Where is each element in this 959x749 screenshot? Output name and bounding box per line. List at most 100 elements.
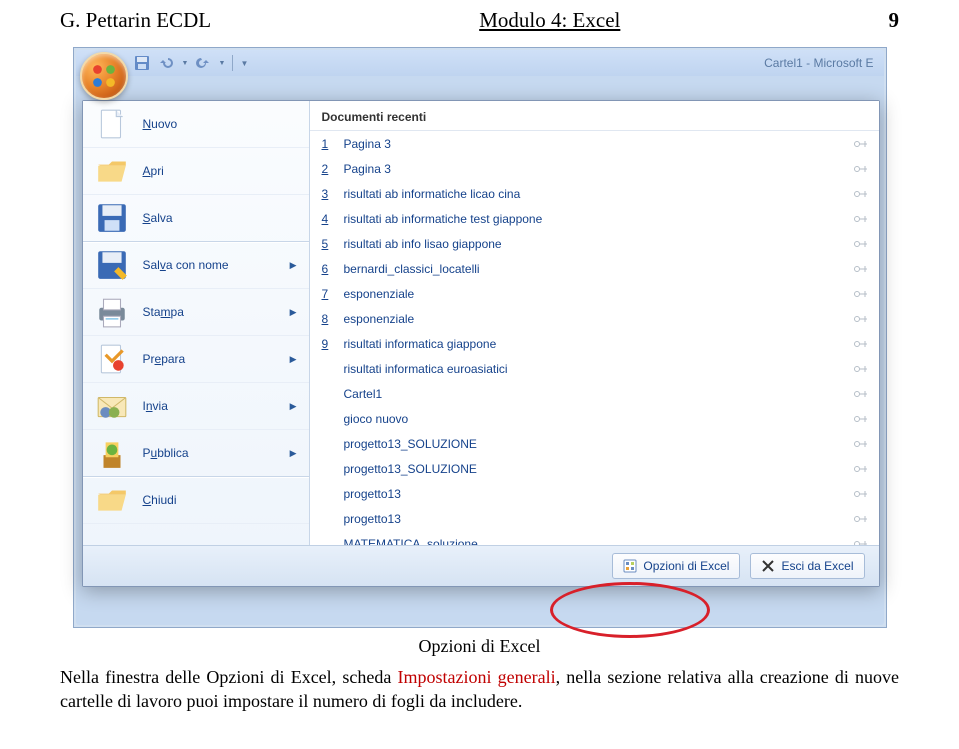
office-button[interactable] — [80, 52, 128, 100]
recent-document[interactable]: 5risultati ab info lisao giappone — [310, 231, 879, 256]
recent-document[interactable]: progetto13 — [310, 506, 879, 531]
body-paragraph: Nella finestra delle Opzioni di Excel, s… — [60, 665, 899, 714]
recent-document[interactable]: 3risultati ab informatiche licao cina — [310, 181, 879, 206]
menu-label: Pubblica — [143, 446, 290, 460]
recent-document[interactable]: 7esponenziale — [310, 281, 879, 306]
menu-label: Invia — [143, 399, 290, 413]
pin-icon[interactable] — [853, 437, 869, 451]
recent-label: gioco nuovo — [338, 412, 853, 426]
excel-options-button[interactable]: Opzioni di Excel — [612, 553, 740, 579]
body-text-1: Nella finestra delle Opzioni di Excel, s… — [60, 667, 397, 687]
recent-number: 8 — [322, 312, 338, 326]
body-text-highlight: Impostazioni generali — [397, 667, 555, 687]
options-icon — [623, 559, 637, 573]
figure-caption: Opzioni di Excel — [60, 636, 899, 657]
recent-document[interactable]: Cartel1 — [310, 381, 879, 406]
recent-document[interactable]: 8esponenziale — [310, 306, 879, 331]
pin-icon[interactable] — [853, 287, 869, 301]
customize-dropdown-icon[interactable]: ▼ — [241, 57, 246, 69]
document-page: G. Pettarin ECDL Modulo 4: Excel 9 ▼ ▼ ▼ — [0, 0, 959, 749]
dropdown-icon[interactable]: ▼ — [182, 57, 187, 69]
submenu-arrow-icon: ▶ — [290, 354, 301, 365]
recent-number: 6 — [322, 262, 338, 276]
open-icon — [95, 154, 129, 188]
menu-item-close[interactable]: Chiudi — [83, 477, 309, 524]
pin-icon[interactable] — [853, 187, 869, 201]
dropdown-icon[interactable]: ▼ — [219, 57, 224, 69]
pin-icon[interactable] — [853, 237, 869, 251]
recent-label: bernardi_classici_locatelli — [338, 262, 853, 276]
recent-document[interactable]: progetto13 — [310, 481, 879, 506]
pin-icon[interactable] — [853, 487, 869, 501]
recent-label: risultati ab informatiche test giappone — [338, 212, 853, 226]
recent-number: 7 — [322, 287, 338, 301]
recent-document[interactable]: risultati informatica euroasiatici — [310, 356, 879, 381]
menu-item-new[interactable]: Nuovo — [83, 101, 309, 148]
menu-label: Apri — [143, 164, 301, 178]
submenu-arrow-icon: ▶ — [290, 448, 301, 459]
recent-label: esponenziale — [338, 312, 853, 326]
menu-item-print[interactable]: Stampa▶ — [83, 289, 309, 336]
recent-document[interactable]: 4risultati ab informatiche test giappone — [310, 206, 879, 231]
menu-label: Salva — [143, 211, 301, 225]
header-author: G. Pettarin ECDL — [60, 8, 211, 33]
pin-icon[interactable] — [853, 362, 869, 376]
pin-icon[interactable] — [853, 212, 869, 226]
menu-item-save[interactable]: Salva — [83, 195, 309, 242]
recent-document[interactable]: 9risultati informatica giappone — [310, 331, 879, 356]
recent-number: 3 — [322, 187, 338, 201]
recent-documents-panel: Documenti recenti 1Pagina 32Pagina 33ris… — [310, 101, 879, 546]
pin-icon[interactable] — [853, 137, 869, 151]
pin-icon[interactable] — [853, 262, 869, 276]
recent-document[interactable]: gioco nuovo — [310, 406, 879, 431]
menu-item-saveas[interactable]: Salva con nome▶ — [83, 242, 309, 289]
exit-excel-button[interactable]: Esci da Excel — [750, 553, 864, 579]
submenu-arrow-icon: ▶ — [290, 307, 301, 318]
separator — [232, 55, 233, 71]
recent-label: progetto13 — [338, 512, 853, 526]
window-title: Cartel1 - Microsoft E — [764, 56, 873, 70]
menu-item-prepare[interactable]: Prepara▶ — [83, 336, 309, 383]
recent-number: 1 — [322, 137, 338, 151]
submenu-arrow-icon: ▶ — [290, 260, 301, 271]
pin-icon[interactable] — [853, 512, 869, 526]
menu-item-open[interactable]: Apri — [83, 148, 309, 195]
recent-document[interactable]: progetto13_SOLUZIONE — [310, 431, 879, 456]
menu-footer: Opzioni di Excel Esci da Excel — [83, 545, 879, 586]
recent-list: 1Pagina 32Pagina 33risultati ab informat… — [310, 131, 879, 556]
recent-label: progetto13_SOLUZIONE — [338, 462, 853, 476]
menu-label: Stampa — [143, 305, 290, 319]
recent-document[interactable]: 1Pagina 3 — [310, 131, 879, 156]
title-bar: ▼ ▼ ▼ Cartel1 - Microsoft E — [76, 50, 884, 76]
menu-item-send[interactable]: Invia▶ — [83, 383, 309, 430]
publish-icon — [95, 436, 129, 470]
recent-document[interactable]: 2Pagina 3 — [310, 156, 879, 181]
pin-icon[interactable] — [853, 337, 869, 351]
new-icon — [95, 107, 129, 141]
prepare-icon — [95, 342, 129, 376]
menu-label: Chiudi — [143, 493, 301, 507]
saveas-icon — [95, 248, 129, 282]
pin-icon[interactable] — [853, 162, 869, 176]
office-menu: NuovoApriSalvaSalva con nome▶Stampa▶Prep… — [82, 100, 880, 587]
submenu-arrow-icon: ▶ — [290, 401, 301, 412]
print-icon — [95, 295, 129, 329]
pin-icon[interactable] — [853, 312, 869, 326]
excel-screenshot: ▼ ▼ ▼ Cartel1 - Microsoft E Nuovo Apri Sal… — [73, 47, 887, 628]
undo-icon[interactable] — [158, 55, 174, 71]
save-icon[interactable] — [134, 55, 150, 71]
recent-label: esponenziale — [338, 287, 853, 301]
send-icon — [95, 389, 129, 423]
redo-icon[interactable] — [195, 55, 211, 71]
recent-document[interactable]: progetto13_SOLUZIONE — [310, 456, 879, 481]
close-icon — [761, 559, 775, 573]
header-page-number: 9 — [889, 8, 900, 33]
pin-icon[interactable] — [853, 412, 869, 426]
menu-item-publish[interactable]: Pubblica▶ — [83, 430, 309, 477]
quick-access-toolbar: ▼ ▼ ▼ — [134, 55, 246, 71]
page-header: G. Pettarin ECDL Modulo 4: Excel 9 — [60, 0, 899, 33]
recent-document[interactable]: 6bernardi_classici_locatelli — [310, 256, 879, 281]
pin-icon[interactable] — [853, 387, 869, 401]
close-icon — [95, 483, 129, 517]
pin-icon[interactable] — [853, 462, 869, 476]
